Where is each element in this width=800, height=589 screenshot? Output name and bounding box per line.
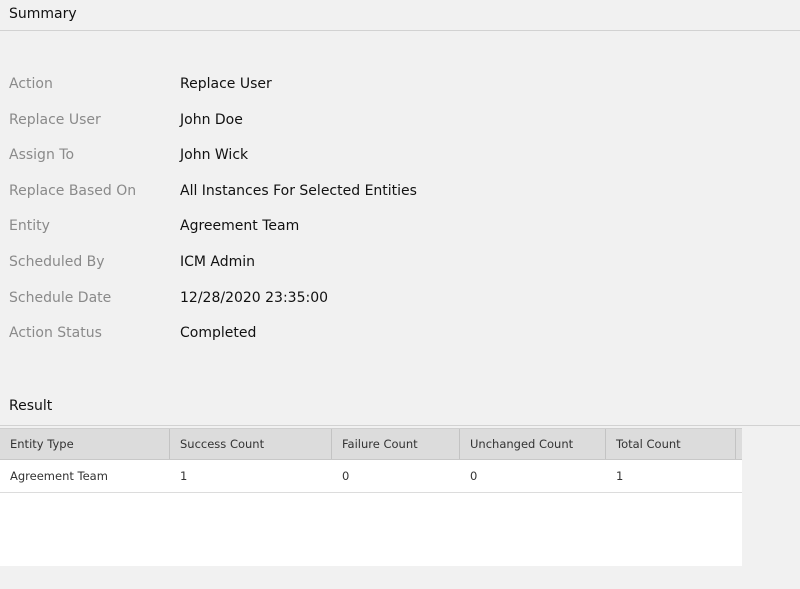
column-header-success-count[interactable]: Success Count <box>170 429 332 459</box>
schedule-date-value: 12/28/2020 23:35:00 <box>180 289 329 306</box>
action-status-value: Completed <box>180 325 257 342</box>
detail-row-replace-user: Replace User John Doe <box>0 103 800 139</box>
action-status-label: Action Status <box>9 325 102 342</box>
scheduled-by-value: ICM Admin <box>180 253 256 270</box>
detail-row-action: Action Replace User <box>0 67 800 103</box>
scheduled-by-label: Scheduled By <box>9 253 105 270</box>
detail-row-action-status: Action Status Completed <box>0 316 800 352</box>
replace-based-on-label: Replace Based On <box>9 182 137 199</box>
replace-user-label: Replace User <box>9 111 101 128</box>
schedule-date-label: Schedule Date <box>9 289 112 306</box>
summary-section-header: Summary <box>0 0 800 31</box>
entity-value: Agreement Team <box>180 218 300 235</box>
detail-row-scheduled-by: Scheduled By ICM Admin <box>0 245 800 281</box>
entity-label: Entity <box>9 218 50 235</box>
result-grid: Entity Type Success Count Failure Count … <box>0 428 742 566</box>
cell-entity-type: Agreement Team <box>10 469 108 483</box>
cell-success-count: 1 <box>180 469 188 483</box>
assign-to-label: Assign To <box>9 147 75 164</box>
detail-row-entity: Entity Agreement Team <box>0 209 800 245</box>
cell-total-count: 1 <box>616 469 624 483</box>
column-resize-handle[interactable] <box>736 429 742 459</box>
table-row[interactable]: Agreement Team 1 0 0 1 <box>0 460 742 493</box>
action-value: Replace User <box>180 76 272 92</box>
result-title: Result <box>9 398 53 414</box>
column-header-failure-count[interactable]: Failure Count <box>332 429 460 459</box>
assign-to-value: John Wick <box>180 147 249 164</box>
action-label: Action <box>9 76 53 92</box>
summary-title: Summary <box>9 6 77 22</box>
detail-row-schedule-date: Schedule Date 12/28/2020 23:35:00 <box>0 281 800 317</box>
summary-details: Action Replace User Replace User John Do… <box>0 67 800 352</box>
cell-failure-count: 0 <box>342 469 350 483</box>
detail-row-assign-to: Assign To John Wick <box>0 138 800 174</box>
replace-user-value: John Doe <box>180 111 243 128</box>
detail-row-replace-based-on: Replace Based On All Instances For Selec… <box>0 174 800 210</box>
column-header-unchanged-count[interactable]: Unchanged Count <box>460 429 606 459</box>
replace-based-on-value: All Instances For Selected Entities <box>180 182 417 199</box>
cell-unchanged-count: 0 <box>470 469 478 483</box>
column-header-entity-type[interactable]: Entity Type <box>0 429 170 459</box>
column-header-total-count[interactable]: Total Count <box>606 429 736 459</box>
grid-header-row: Entity Type Success Count Failure Count … <box>0 429 742 460</box>
result-section-header: Result <box>0 395 800 426</box>
